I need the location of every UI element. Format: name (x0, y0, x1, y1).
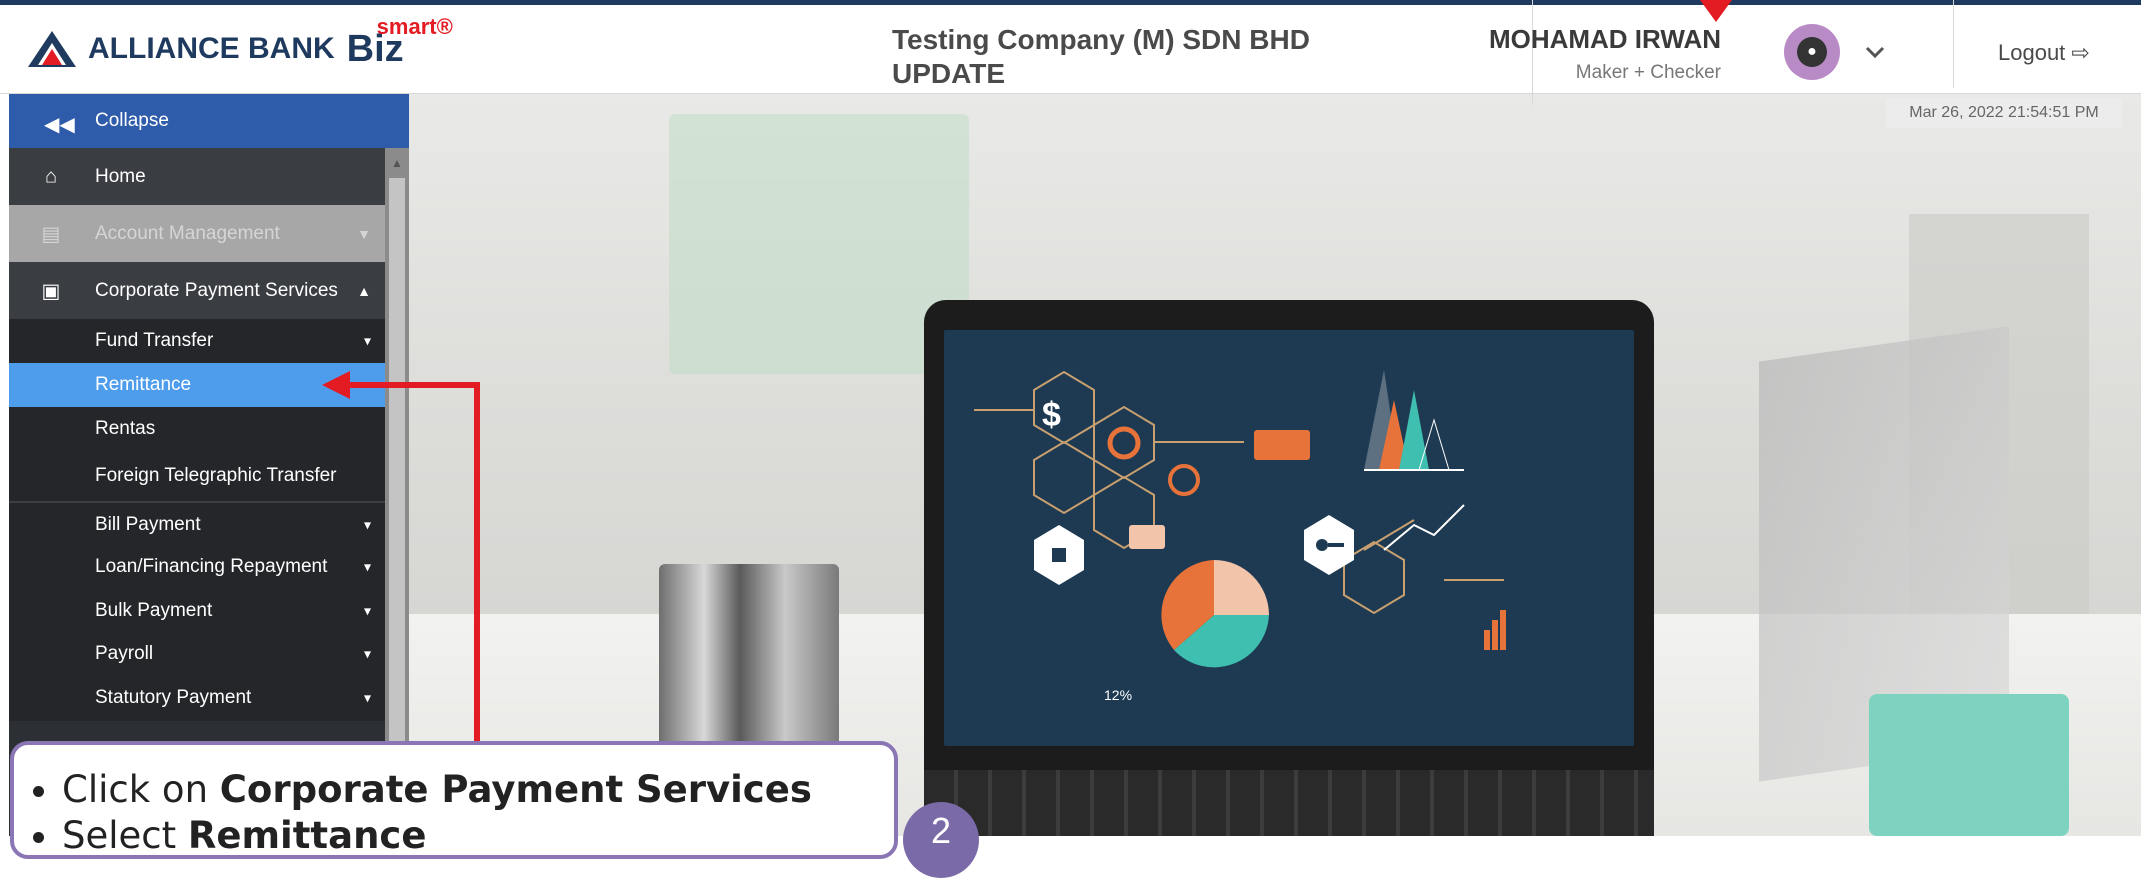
caret-down-icon: ▾ (363, 602, 371, 619)
caret-down-icon: ▾ (363, 516, 371, 533)
user-role: Maker + Checker (1575, 62, 1721, 83)
fintech-illustration: $ 12% (974, 370, 1506, 703)
sidebar-item-corporate-payment-services[interactable]: ▣ Corporate Payment Services ▲ (9, 262, 385, 319)
chevron-down-icon: ▼ (357, 225, 371, 242)
user-name: MOHAMAD IRWAN (1488, 24, 1721, 54)
logout-button[interactable]: Logout ⇨ (1998, 40, 2090, 66)
svg-text:12%: 12% (1104, 687, 1132, 703)
sidebar-item-home[interactable]: ⌂ Home (9, 148, 385, 205)
sidebar-item-label: Rentas (95, 418, 156, 439)
instruction-step-2: Select Remittance (62, 813, 894, 859)
collapse-label: Collapse (95, 110, 169, 131)
sidebar-scrollbar[interactable]: ▲ (385, 148, 409, 836)
sidebar-item-bill-payment[interactable]: Bill Payment ▾ (9, 501, 385, 547)
sidebar-item-bulk-payment[interactable]: Bulk Payment ▾ (9, 589, 385, 633)
sidebar-item-label: Payroll (95, 643, 154, 664)
sidebar-item-remittance[interactable]: Remittance (9, 363, 385, 407)
sidebar-item-label: Bill Payment (95, 514, 201, 535)
speaker-image (1869, 694, 2069, 836)
collapse-button[interactable]: ◀◀ Collapse (9, 94, 409, 148)
laptop-image: $ 12% (924, 300, 1654, 836)
sidebar-item-foreign-telegraphic-transfer[interactable]: Foreign Telegraphic Transfer (9, 451, 385, 501)
caret-down-icon: ▾ (363, 689, 371, 706)
user-menu[interactable]: MOHAMAD IRWAN Maker + Checker ● (1489, 0, 1953, 105)
double-chevron-left-icon: ◀◀ (44, 114, 75, 136)
instruction-bold: Corporate Payment Services (219, 768, 812, 811)
company-name-line1: Testing Company (M) SDN BHD (892, 24, 1310, 55)
money-icon: ▣ (41, 280, 61, 302)
instruction-text: Click on (62, 768, 220, 811)
sidebar-item-label: Corporate Payment Services (95, 279, 338, 301)
bank-name: ALLIANCE BANK (88, 32, 335, 65)
sidebar-item-account-management[interactable]: ▤ Account Management ▼ (9, 205, 385, 262)
sidebar-item-label: Loan/Financing Repayment (95, 556, 328, 577)
caret-down-icon: ▾ (363, 558, 371, 575)
caret-down-icon: ▾ (363, 332, 371, 349)
caret-down-icon: ▾ (363, 645, 371, 662)
chevron-down-icon[interactable] (1863, 40, 1887, 64)
sidebar-item-payroll[interactable]: Payroll ▾ (9, 633, 385, 675)
sidebar-item-fund-transfer[interactable]: Fund Transfer ▾ (9, 319, 385, 363)
sidebar-item-label: Home (95, 165, 146, 187)
home-icon: ⌂ (44, 165, 58, 187)
alliance-logo-icon (28, 31, 76, 67)
document-icon: ▤ (41, 223, 61, 245)
scroll-up-icon[interactable]: ▲ (391, 156, 403, 170)
instruction-callout: Click on Corporate Payment Services Sele… (10, 741, 898, 859)
svg-text:$: $ (1042, 396, 1061, 434)
sidebar-item-rentas[interactable]: Rentas (9, 407, 385, 451)
sidebar-item-label: Bulk Payment (95, 600, 213, 621)
user-icon: ● (1797, 37, 1827, 67)
sidebar-item-statutory-payment[interactable]: Statutory Payment ▾ (9, 675, 385, 721)
smart-superscript: smart® (376, 13, 453, 39)
sidebar-item-label: Statutory Payment (95, 687, 252, 708)
laptop-keyboard (924, 770, 1654, 836)
instruction-list: Click on Corporate Payment Services Sele… (14, 745, 894, 859)
biz-label: Biz smart® (347, 14, 453, 71)
step-number-badge: 2 (903, 802, 979, 878)
dashboard-background-image: $ 12% (409, 94, 2141, 836)
logout-area: Logout ⇨ (1953, 0, 2141, 88)
sidebar-item-loan-financing-repayment[interactable]: Loan/Financing Repayment ▾ (9, 545, 385, 589)
instruction-step-1: Click on Corporate Payment Services (62, 767, 894, 813)
sidebar-item-label: Foreign Telegraphic Transfer (95, 465, 337, 486)
sidebar-item-label: Remittance (95, 374, 192, 395)
chevron-up-icon: ▲ (357, 282, 371, 299)
company-name: Testing Company (M) SDN BHD UPDATE (892, 23, 1310, 91)
alliance-bank-logo[interactable]: ALLIANCE BANK Biz smart® (26, 14, 453, 71)
company-name-line2: UPDATE (892, 58, 1006, 89)
avatar[interactable]: ● (1784, 24, 1840, 80)
sidebar: ◀◀ Collapse ⌂ Home ▤ Account Management … (9, 94, 409, 836)
sidebar-item-label: Account Management (95, 222, 280, 244)
sidebar-item-label: Fund Transfer (95, 330, 214, 351)
scrollbar-thumb[interactable] (389, 178, 405, 828)
current-datetime: Mar 26, 2022 21:54:51 PM (1886, 98, 2122, 128)
laptop-screen: $ 12% (944, 330, 1634, 746)
